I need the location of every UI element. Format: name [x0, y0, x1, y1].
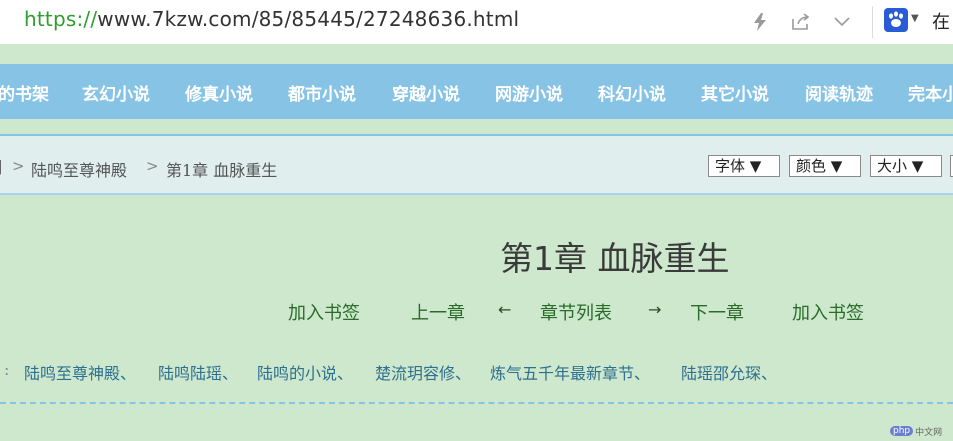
watermark-text: 中文网: [915, 427, 943, 438]
breadcrumb-home-fragment[interactable]: ]: [0, 157, 2, 176]
search-engine-dropdown-icon[interactable]: ▼: [911, 13, 919, 24]
nav-item-xiuzhen[interactable]: 修真小说: [185, 80, 253, 105]
nav-item-wangyou[interactable]: 网游小说: [495, 80, 563, 105]
baidu-paw-icon[interactable]: [884, 8, 908, 32]
left-arrow: ←: [498, 300, 512, 319]
font-select[interactable]: 字体 ▼: [708, 155, 780, 177]
add-bookmark-link[interactable]: 加入书签: [288, 299, 360, 325]
tag-item[interactable]: 陆鸣陆瑶、: [158, 360, 238, 384]
chevron-down-icon[interactable]: [830, 10, 854, 34]
nav-item-xuanhuan[interactable]: 玄幻小说: [82, 80, 150, 105]
color-select[interactable]: 颜色 ▼: [789, 155, 861, 177]
tags-lead: :: [4, 360, 10, 379]
chapter-title: 第1章 血脉重生: [500, 239, 730, 278]
nav-item-bookshelf[interactable]: 的书架: [0, 80, 49, 105]
page-top-strip: [0, 44, 953, 64]
watermark-badge: php: [890, 426, 914, 436]
tag-item[interactable]: 陆鸣至尊神殿、: [24, 360, 136, 384]
add-bookmark-link-2[interactable]: 加入书签: [792, 299, 864, 325]
toolbar-divider: [872, 6, 873, 38]
nav-item-chuanyue[interactable]: 穿越小说: [392, 80, 460, 105]
site-nav: 的书架 玄幻小说 修真小说 都市小说 穿越小说 网游小说 科幻小说 其它小说 阅…: [0, 64, 953, 119]
tag-item[interactable]: 炼气五千年最新章节、: [490, 360, 650, 384]
url-path: www.7kzw.com/85/85445/27248636.html: [97, 7, 520, 31]
url-field[interactable]: https://www.7kzw.com/85/85445/27248636.h…: [24, 7, 519, 31]
breadcrumb-chapter: 第1章 血脉重生: [166, 161, 278, 180]
breadcrumb-book[interactable]: 陆鸣至尊神殿: [31, 157, 127, 181]
prev-chapter-link[interactable]: 上一章: [411, 299, 465, 325]
search-box-text[interactable]: 在: [932, 8, 950, 34]
watermark: php 中文网: [890, 424, 942, 438]
breadcrumb-separator: >: [146, 157, 159, 175]
nav-item-finished[interactable]: 完本小: [908, 80, 953, 105]
next-chapter-link[interactable]: 下一章: [690, 299, 744, 325]
nav-item-kehuan[interactable]: 科幻小说: [598, 80, 666, 105]
lightning-icon[interactable]: [748, 10, 772, 34]
tag-item[interactable]: 陆鸣的小说、: [257, 360, 353, 384]
dashed-divider: [0, 402, 953, 404]
nav-item-history[interactable]: 阅读轨迹: [805, 80, 873, 105]
url-scheme: https://: [24, 7, 98, 31]
nav-item-dushi[interactable]: 都市小说: [288, 80, 356, 105]
share-icon[interactable]: [789, 10, 813, 34]
tag-item[interactable]: 陆瑶邵允琛、: [681, 360, 777, 384]
breadcrumb: ] > 陆鸣至尊神殿 > 第1章 血脉重生 字体 ▼ 颜色 ▼ 大小 ▼: [0, 134, 953, 195]
tag-item[interactable]: 楚流玥容修、: [375, 360, 471, 384]
size-select[interactable]: 大小 ▼: [870, 155, 942, 177]
browser-address-bar: https://www.7kzw.com/85/85445/27248636.h…: [0, 0, 953, 44]
nav-item-qita[interactable]: 其它小说: [701, 80, 769, 105]
chapter-list-link[interactable]: 章节列表: [540, 299, 612, 325]
right-arrow: →: [648, 300, 662, 319]
breadcrumb-separator: >: [12, 157, 25, 175]
